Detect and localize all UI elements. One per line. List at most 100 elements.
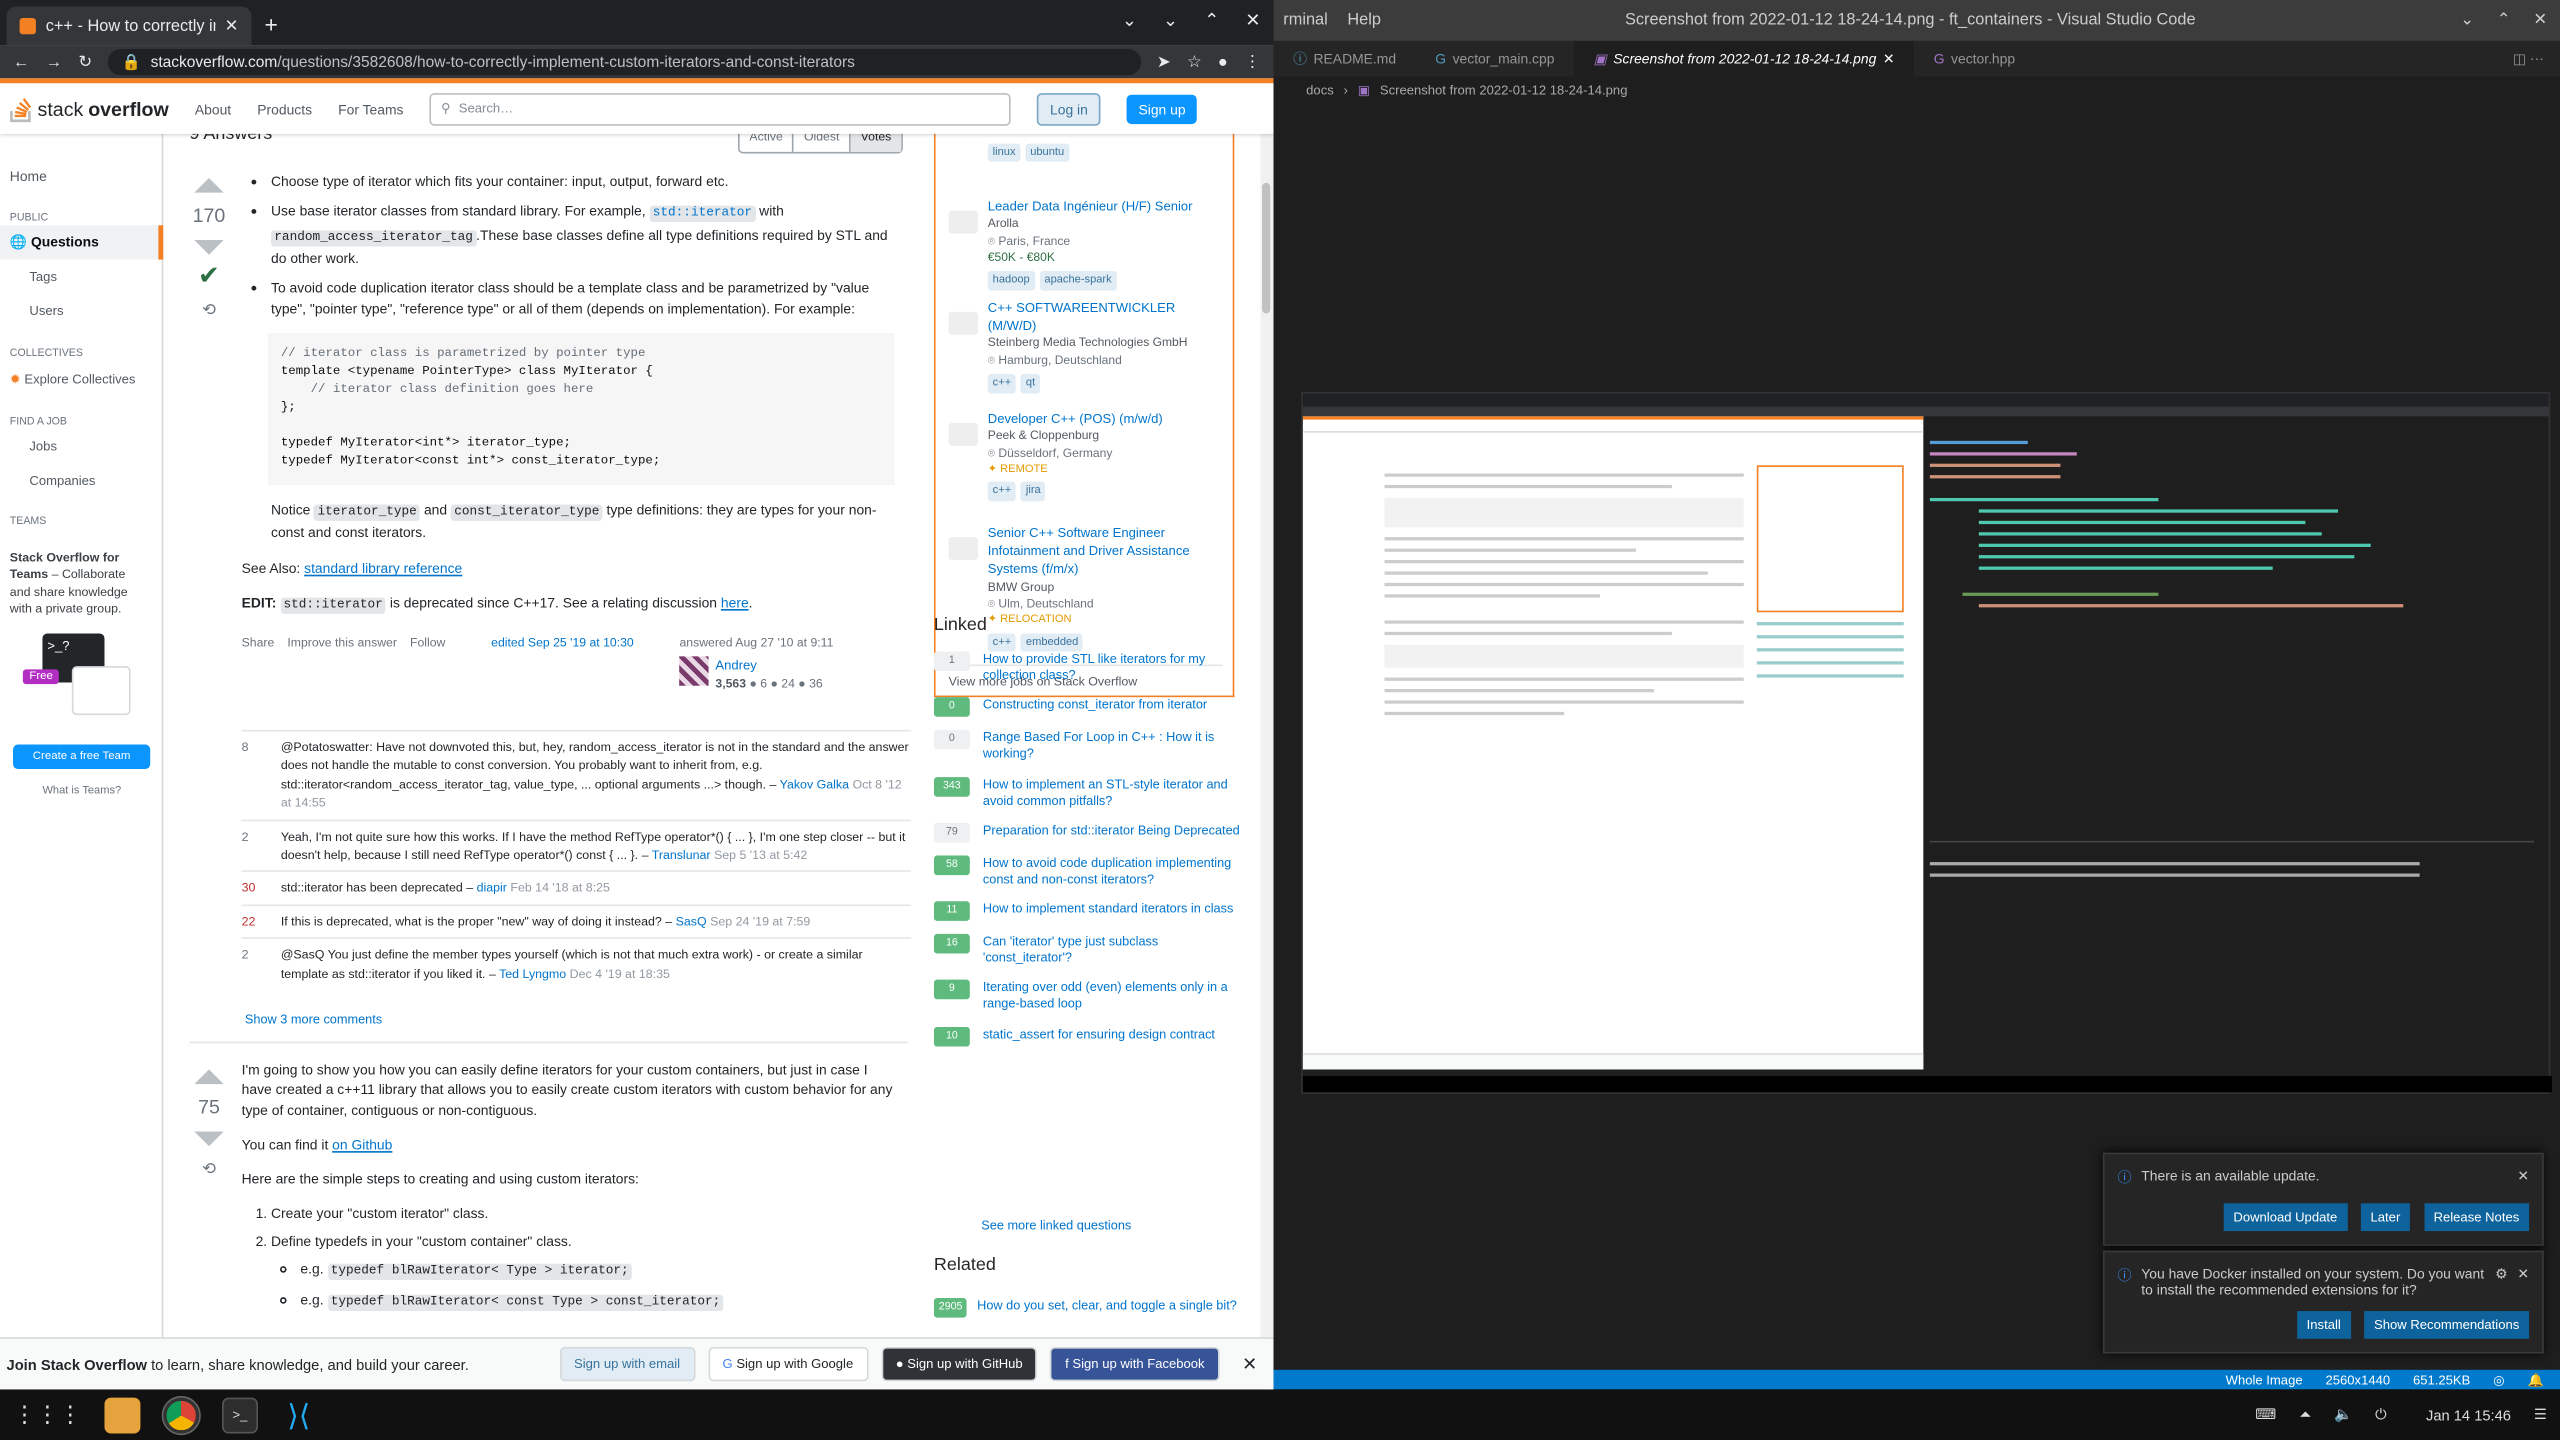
comment-author-link[interactable]: SasQ — [676, 914, 707, 929]
so-logo[interactable]: stack overflow — [10, 96, 169, 122]
history-icon[interactable]: ⟲ — [189, 1160, 228, 1184]
breadcrumb-file[interactable]: Screenshot from 2022-01-12 18-24-14.png — [1380, 82, 1628, 97]
job-tag[interactable]: linux — [987, 142, 1021, 162]
breadcrumb-docs[interactable]: docs — [1306, 82, 1334, 97]
edited-link[interactable]: edited Sep 25 '19 at 10:30 — [491, 635, 634, 653]
close-banner-icon[interactable]: ✕ — [1242, 1354, 1257, 1375]
job-listing[interactable]: C++ SOFTWAREENTWICKLER (M/W/D) Steinberg … — [948, 299, 1227, 393]
improve-answer-link[interactable]: Improve this answer — [287, 635, 397, 653]
tab-search-icon[interactable]: ⌄ — [1122, 10, 1137, 31]
terminal-app-icon[interactable]: >_ — [222, 1396, 258, 1433]
browser-menu-icon[interactable]: ⋮ — [1244, 53, 1260, 71]
std-iterator-link[interactable]: std::iterator — [649, 206, 756, 223]
history-icon[interactable]: ⟲ — [189, 300, 228, 324]
what-is-teams-link[interactable]: What is Teams? — [33, 777, 131, 805]
linked-item[interactable]: 9 Iterating over odd (even) elements only… — [933, 980, 1244, 1013]
search-input[interactable]: ⚲ Search… — [429, 92, 1011, 125]
job-listing[interactable]: Developer C++ (POS) (m/w/d) Peek & Cloppe… — [948, 410, 1227, 502]
release-notes-button[interactable]: Release Notes — [2423, 1203, 2530, 1232]
network-icon[interactable]: ⏶ — [2299, 1406, 2311, 1424]
bell-icon[interactable]: 🔔 — [2527, 1372, 2543, 1387]
standard-library-reference-link[interactable]: standard library reference — [304, 561, 462, 577]
tab-readme[interactable]: ⓘ README.md — [1274, 41, 1416, 77]
downvote-arrow-icon[interactable] — [194, 240, 224, 256]
linked-item[interactable]: 11 How to implement standard iterators in… — [933, 901, 1244, 921]
login-button[interactable]: Log in — [1036, 92, 1101, 125]
downvote-arrow-icon[interactable] — [194, 1132, 224, 1147]
linked-item[interactable]: 10 static_assert for ensuring design cont… — [933, 1026, 1244, 1046]
clock[interactable]: Jan 14 15:46 — [2426, 1407, 2511, 1423]
job-title[interactable]: Senior C++ Software Engineer Infotainmen… — [988, 524, 1226, 579]
linked-item[interactable]: 0 Constructing const_iterator from iterat… — [933, 697, 1244, 718]
job-tag[interactable]: c++ — [987, 482, 1017, 502]
sidebar-item-jobs[interactable]: Jobs — [20, 431, 67, 462]
tab-vector-hpp[interactable]: Gvector.hpp — [1914, 41, 2035, 77]
share-link[interactable]: Share — [242, 635, 275, 653]
notifications-icon[interactable]: ☰ — [2534, 1406, 2547, 1424]
signup-github-button[interactable]: ● Sign up with GitHub — [880, 1346, 1038, 1382]
tab-vector-main[interactable]: Gvector_main.cpp — [1416, 41, 1574, 77]
linked-item[interactable]: 16 Can 'iterator' type just subclass 'con… — [933, 933, 1244, 967]
sidebar-item-companies[interactable]: Companies — [20, 465, 106, 496]
page-scrollbar[interactable] — [1260, 133, 1274, 1390]
comment-author-link[interactable]: Ted Lyngmo — [499, 966, 566, 981]
url-field[interactable]: 🔒 stackoverflow.com/questions/3582608/ho… — [108, 48, 1141, 76]
minimize-icon[interactable]: ⌄ — [1163, 10, 1178, 31]
close-tab-icon[interactable]: ✕ — [1883, 50, 1895, 68]
account-icon[interactable]: ◎ — [2493, 1372, 2504, 1387]
show-more-comments-link[interactable]: Show 3 more comments — [245, 1011, 382, 1029]
gear-icon[interactable]: ⚙ — [2495, 1265, 2507, 1298]
tab-screenshot[interactable]: ▣ Screenshot from 2022-01-12 18-24-14.png… — [1574, 40, 1915, 77]
job-listing[interactable]: Leader Data Ingénieur (H/F) Senior Arolla… — [948, 198, 1227, 291]
job-tag[interactable]: ubuntu — [1025, 142, 1070, 162]
keyboard-icon[interactable]: ⌨ — [2255, 1406, 2276, 1424]
create-team-button[interactable]: Create a free Team — [13, 744, 151, 770]
comment-author-link[interactable]: Yakov Galka — [780, 777, 849, 792]
back-icon[interactable]: ← — [13, 53, 29, 71]
signup-google-button[interactable]: G Sign up with Google — [707, 1346, 868, 1382]
files-app-icon[interactable] — [104, 1396, 141, 1433]
job-tag[interactable]: apache-spark — [1039, 271, 1117, 291]
install-button[interactable]: Install — [2296, 1311, 2351, 1339]
job-tag[interactable]: c++ — [987, 374, 1017, 393]
job-tag[interactable]: embedded — [1020, 633, 1084, 652]
signup-facebook-button[interactable]: f Sign up with Facebook — [1050, 1346, 1220, 1382]
chrome-app-icon[interactable] — [161, 1395, 201, 1435]
close-window-icon[interactable]: ✕ — [2533, 11, 2547, 29]
upvote-arrow-icon[interactable] — [194, 1069, 224, 1085]
nav-for-teams[interactable]: For Teams — [338, 100, 403, 116]
status-zoom[interactable]: Whole Image — [2226, 1372, 2303, 1387]
here-link[interactable]: here — [721, 594, 749, 610]
menu-help[interactable]: Help — [1347, 11, 1381, 29]
close-tab-icon[interactable]: ✕ — [225, 17, 239, 35]
scrollbar-thumb[interactable] — [1262, 182, 1271, 314]
split-editor-icon[interactable]: ◫ ⋯ — [2513, 50, 2544, 68]
app-grid-icon[interactable]: ⋮⋮⋮ — [13, 1401, 82, 1429]
vscode-app-icon[interactable]: ⟩⟨ — [281, 1397, 317, 1433]
reload-icon[interactable]: ↻ — [78, 53, 92, 71]
bookmark-star-icon[interactable]: ☆ — [1187, 53, 1202, 71]
sidebar-item-users[interactable]: Users — [20, 296, 74, 327]
job-title[interactable]: Leader Data Ingénieur (H/F) Senior — [988, 198, 1226, 216]
job-listing[interactable]: Senior C++ Software Engineer Infotainmen… — [948, 524, 1227, 652]
sidebar-item-explore-collectives[interactable]: ✹ Explore Collectives — [0, 364, 145, 395]
job-tag[interactable]: c++ — [987, 633, 1017, 652]
upvote-arrow-icon[interactable] — [194, 177, 224, 193]
job-tag[interactable]: hadoop — [987, 271, 1035, 291]
comment-author-link[interactable]: Translunar — [652, 847, 711, 862]
close-notification-icon[interactable]: ✕ — [2517, 1167, 2529, 1187]
close-window-icon[interactable]: ✕ — [1245, 10, 1260, 31]
signup-button[interactable]: Sign up — [1127, 93, 1197, 124]
power-icon[interactable]: ⏻ — [2375, 1406, 2387, 1424]
see-more-linked-link[interactable]: See more linked questions — [981, 1218, 1131, 1233]
new-tab-icon[interactable]: + — [264, 11, 277, 37]
related-item[interactable]: 2905 How do you set, clear, and toggle a… — [933, 1297, 1244, 1318]
user-name-link[interactable]: Andrey — [715, 656, 822, 675]
later-button[interactable]: Later — [2360, 1203, 2411, 1232]
download-update-button[interactable]: Download Update — [2223, 1203, 2348, 1232]
job-tag[interactable]: jira — [1020, 482, 1046, 502]
maximize-icon[interactable]: ⌃ — [2497, 11, 2511, 29]
minimize-icon[interactable]: ⌄ — [2460, 11, 2474, 29]
linked-item[interactable]: 343 How to implement an STL-style iterato… — [933, 776, 1244, 809]
linked-item[interactable]: 1 How to provide STL like iterators for m… — [933, 651, 1244, 684]
